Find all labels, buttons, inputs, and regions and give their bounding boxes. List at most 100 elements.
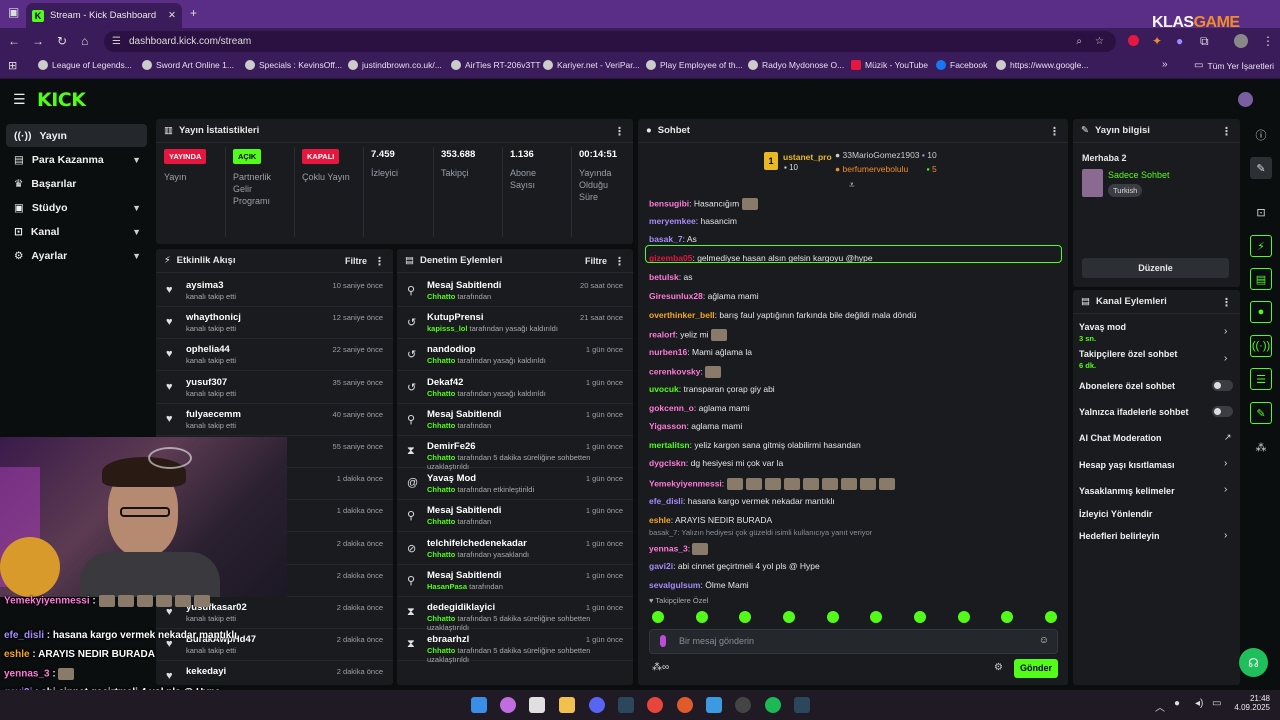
moderator-name[interactable]: Chhatto xyxy=(427,485,455,494)
chat-username[interactable]: uvocuk xyxy=(649,384,679,394)
moderator-name[interactable]: HasanPasa xyxy=(427,582,467,591)
moderation-row[interactable]: ↺ Dekaf42 Chhatto tarafından yasağı kaldır… xyxy=(397,372,633,404)
moderation-row[interactable]: ⚲ Mesaj Sabitlendi HasanPasa tarafından 1 g… xyxy=(397,565,633,597)
moderator-name[interactable]: Chhatto xyxy=(427,517,455,526)
info-icon[interactable]: ⓘ xyxy=(1250,124,1272,146)
moderator-name[interactable]: Chhatto xyxy=(427,356,455,365)
moderation-target[interactable]: nandodiop xyxy=(427,344,476,355)
chat-username[interactable]: sevalgulsum xyxy=(649,580,701,590)
top-gifter-name[interactable]: 33MarioGomez1903 xyxy=(843,150,920,160)
moderator-name[interactable]: Chhatto xyxy=(427,421,455,430)
chevron-right-icon[interactable]: › xyxy=(1224,353,1227,364)
chat-username[interactable]: Yemekyiyenmessi xyxy=(649,478,722,488)
send-button[interactable]: Gönder xyxy=(1014,659,1058,678)
top-gifter-name[interactable]: ustanet_pro xyxy=(783,152,832,162)
more-bookmarks-icon[interactable]: » xyxy=(1162,59,1168,70)
copilot-icon[interactable] xyxy=(500,697,516,713)
chat-username[interactable]: dygclskn xyxy=(649,458,686,468)
bookmark-item[interactable]: League of Legends... xyxy=(38,60,132,70)
home-icon[interactable]: ⌂ xyxy=(81,34,88,48)
moderator-name[interactable]: kapisss_lol xyxy=(427,324,467,333)
user-avatar[interactable] xyxy=(1238,92,1253,107)
kick-points-icon[interactable]: ⁂∞ xyxy=(652,662,669,673)
chevron-right-icon[interactable]: › xyxy=(1224,530,1227,541)
activity-row[interactable]: ♥ yusuf307 kanalı takip etti 35 saniye önce xyxy=(156,372,393,404)
site-info-icon[interactable]: ☰ xyxy=(112,36,121,47)
moderation-filter-button[interactable]: Filtre xyxy=(585,256,607,266)
chat-username[interactable]: gokcenn_o xyxy=(649,403,694,413)
activity-row[interactable]: ♥ aysima3 kanalı takip etti 10 saniye önce xyxy=(156,275,393,307)
moderator-name[interactable]: Chhatto xyxy=(427,646,455,655)
emote-icon[interactable] xyxy=(913,611,926,623)
sidebar-item-basarilar[interactable]: ♛ Başarılar xyxy=(6,172,147,195)
chat-username[interactable]: basak_7 xyxy=(649,234,683,244)
sidebar-item-yayin[interactable]: ((·)) Yayın xyxy=(6,124,147,147)
bookmark-item[interactable]: AirTies RT-206v3TT xyxy=(451,60,541,70)
external-link-icon[interactable]: ↗ xyxy=(1224,432,1232,443)
extensions-puzzle-icon[interactable]: ⧉ xyxy=(1200,34,1209,49)
chat-settings-icon[interactable]: ⚙ xyxy=(994,662,1003,673)
activity-filter-button[interactable]: Filtre xyxy=(345,256,367,266)
zoom-icon[interactable]: ⌕ xyxy=(1076,36,1082,47)
emote-icon[interactable] xyxy=(739,611,752,623)
hamburger-menu-icon[interactable]: ☰ xyxy=(13,91,26,108)
panel-menu-icon[interactable]: ⋮ xyxy=(1221,296,1232,309)
banned-words-setting[interactable]: Yasaklanmış kelimeler xyxy=(1079,486,1175,496)
reload-icon[interactable]: ↻ xyxy=(57,34,67,48)
moderation-target[interactable]: dedegidiklayici xyxy=(427,602,495,613)
moderation-target[interactable]: Mesaj Sabitlendi xyxy=(427,570,501,581)
chevron-right-icon[interactable]: › xyxy=(1224,484,1227,495)
chat-username[interactable]: cerenkovsky xyxy=(649,366,701,376)
taskbar-clock[interactable]: 21:48 4.09.2025 xyxy=(1234,694,1270,712)
activity-username[interactable]: fulyaecemm xyxy=(186,409,241,420)
emote-icon[interactable] xyxy=(1001,611,1014,623)
raid-setting[interactable]: İzleyici Yönlendir xyxy=(1079,509,1152,519)
account-age-setting[interactable]: Hesap yaşı kısıtlaması xyxy=(1079,460,1175,470)
activity-username[interactable]: aysima3 xyxy=(186,280,224,291)
new-tab-icon[interactable]: + xyxy=(190,6,197,20)
tab-list-icon[interactable]: ▣ xyxy=(8,5,19,19)
emote-icon[interactable] xyxy=(695,611,708,623)
bookmark-item[interactable]: Sword Art Online 1... xyxy=(142,60,234,70)
chat-username[interactable]: betulsk xyxy=(649,272,679,282)
chat-username[interactable]: nurben16 xyxy=(649,347,687,357)
broadcast-signal-icon[interactable]: ((·)) xyxy=(1250,335,1272,357)
bookmark-item[interactable]: Play Employee of th... xyxy=(646,60,743,70)
user-list-icon[interactable]: ☰ xyxy=(1250,368,1272,390)
activity-row[interactable]: ♥ ophelia44 kanalı takip etti 22 saniye önc… xyxy=(156,339,393,372)
moderation-row[interactable]: ⚲ Mesaj Sabitlendi Chhatto tarafından 1 gün… xyxy=(397,500,633,533)
spotify-icon[interactable] xyxy=(765,697,781,713)
moderation-row[interactable]: ↺ KutupPrensi kapisss_lol tarafından yasağ… xyxy=(397,307,633,340)
url-field[interactable]: ☰ dashboard.kick.com/stream ⌕ ☆ xyxy=(104,31,1116,52)
moderation-row[interactable]: ↺ nandodiop Chhatto tarafından yasağı kald… xyxy=(397,339,633,372)
moderation-row[interactable]: ⧗ DemirFe26 Chhatto tarafından 5 dakika sü… xyxy=(397,436,633,471)
moderation-target[interactable]: telchifelchedenekadar xyxy=(427,538,527,549)
emote-icon[interactable] xyxy=(870,611,883,623)
emoji-icon[interactable]: ☺ xyxy=(1039,635,1049,646)
sidebar-item-ayarlar[interactable]: ⚙ Ayarlar ▼ xyxy=(6,244,147,267)
moderation-row[interactable]: ⧗ dedegidiklayici Chhatto tarafından 5 dak… xyxy=(397,597,633,632)
back-icon[interactable]: ← xyxy=(8,34,20,48)
network-icon[interactable]: ▭ xyxy=(1212,698,1221,709)
emote-icon[interactable] xyxy=(1044,611,1057,623)
steam-icon[interactable] xyxy=(618,697,634,713)
moderation-target[interactable]: Yavaş Mod xyxy=(427,473,476,484)
support-chat-icon[interactable]: ☊ xyxy=(1239,648,1268,677)
forward-icon[interactable]: → xyxy=(32,34,44,48)
github-icon[interactable] xyxy=(735,697,751,713)
app-icon[interactable] xyxy=(677,697,693,713)
speaker-icon[interactable]: ◂) xyxy=(1195,698,1203,709)
bookmark-item[interactable]: Radyo Mydonose O... xyxy=(748,60,844,70)
moderation-row[interactable]: ⚲ Mesaj Sabitlendi Chhatto tarafından 1 gün… xyxy=(397,404,633,436)
moderation-row[interactable]: ⧗ ebraarhzl Chhatto tarafından 5 dakika sü… xyxy=(397,629,633,664)
emotes-only-toggle[interactable] xyxy=(1212,406,1233,417)
discord-icon[interactable] xyxy=(589,697,605,713)
edit-pencil-icon[interactable]: ✎ xyxy=(1250,157,1272,179)
extension-icon-3[interactable]: ● xyxy=(1176,34,1183,48)
kick-logo[interactable]: KICK xyxy=(37,89,86,111)
chat-username[interactable]: yennas_3 xyxy=(649,543,688,553)
emote-icon[interactable] xyxy=(826,611,839,623)
panel-menu-icon[interactable]: ⋮ xyxy=(614,255,625,268)
extension-icon-2[interactable]: ✦ xyxy=(1152,34,1162,48)
ai-moderation-setting[interactable]: AI Chat Moderation xyxy=(1079,433,1162,443)
